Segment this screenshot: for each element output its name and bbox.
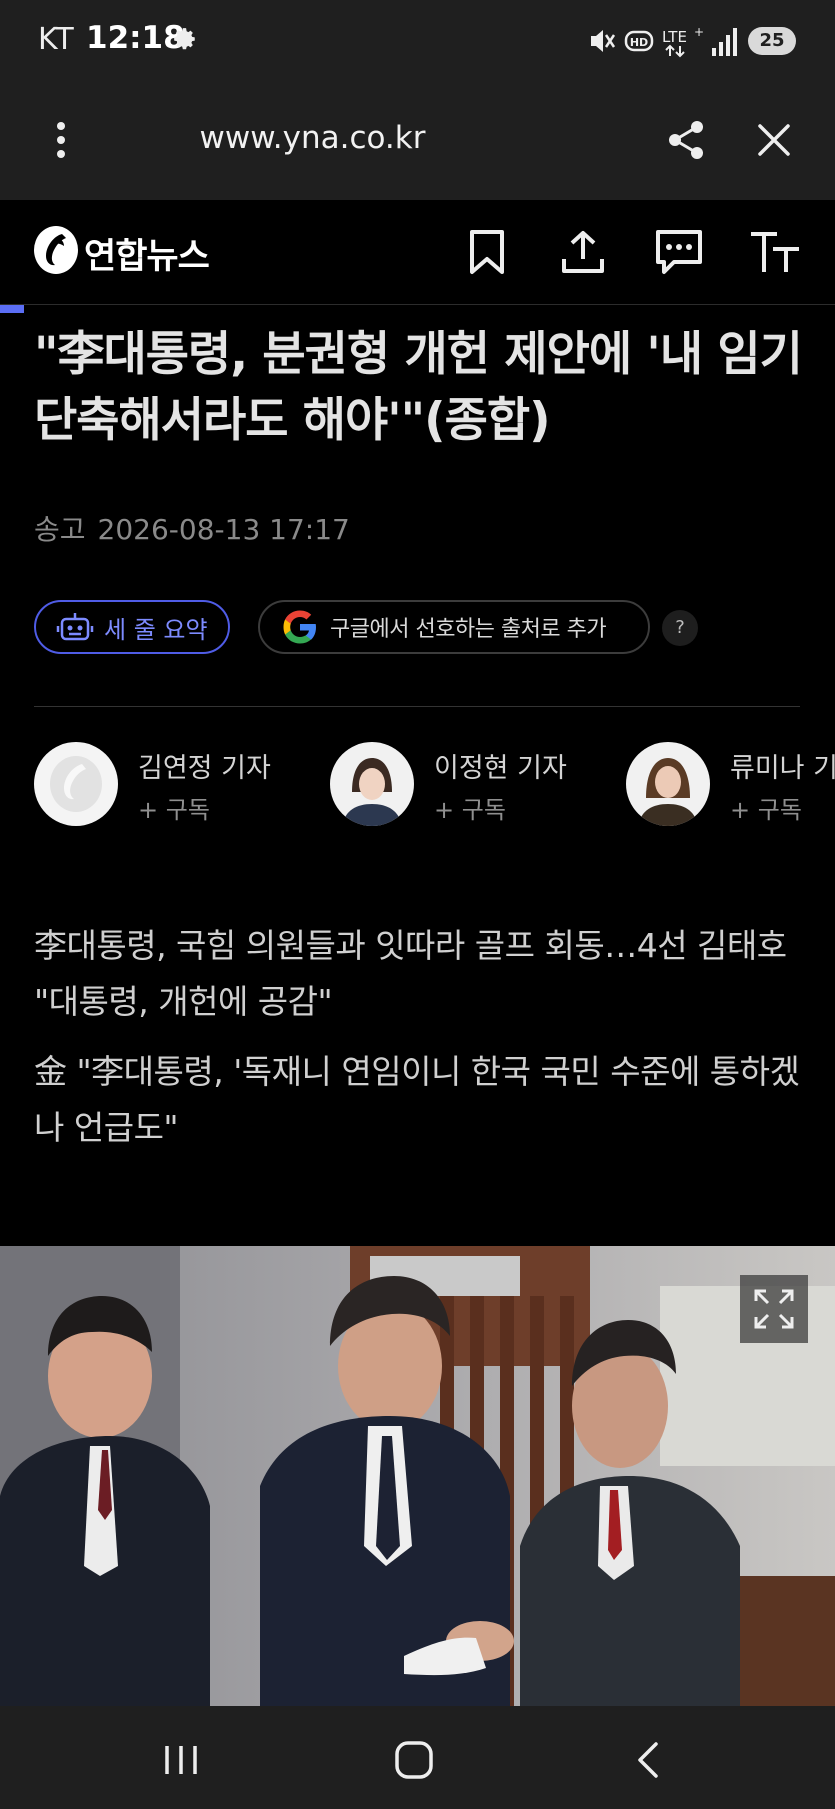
summary-line: 李대통령, 국힘 의원들과 잇따라 골프 회동…4선 김태호 "대통령, 개헌에…: [34, 926, 787, 1021]
signal-icon: [712, 28, 737, 56]
google-icon: [283, 610, 316, 644]
home-icon[interactable]: [379, 1732, 449, 1788]
status-bar: KT 12:18 HD LTE + 25: [0, 0, 835, 82]
reporter-card[interactable]: 김연정 기자 + 구독: [34, 742, 284, 828]
carrier-label: KT: [38, 22, 74, 57]
site-header: 연합뉴스: [0, 200, 835, 305]
upload-icon[interactable]: [555, 224, 611, 280]
reading-progress-bar: [0, 305, 24, 313]
summary-button-label: 세 줄 요약: [104, 615, 208, 644]
comment-icon[interactable]: [651, 224, 707, 280]
browser-toolbar: www.yna.co.kr: [0, 82, 835, 200]
hd-icon: HD: [624, 30, 654, 52]
google-preferred-source-button[interactable]: 구글에서 선호하는 출처로 추가: [258, 600, 650, 654]
subscribe-button[interactable]: + 구독: [138, 790, 210, 825]
avatar: [34, 742, 118, 826]
svg-text:LTE: LTE: [662, 28, 687, 46]
reporter-name: 이정현 기자: [434, 753, 567, 784]
reporter-card[interactable]: 이정현 기자 + 구독: [330, 742, 580, 828]
robot-icon: [56, 613, 94, 641]
gear-icon: [174, 28, 195, 50]
summary-line: 金 "李대통령, '독재니 연임이니 한국 국민 수준에 통하겠나 언급도": [34, 1052, 800, 1147]
reporter-name: 김연정 기자: [138, 753, 271, 784]
bookmark-icon[interactable]: [459, 224, 515, 280]
share-icon[interactable]: [656, 110, 716, 170]
logo-text[interactable]: 연합뉴스: [84, 228, 210, 279]
reporter-card[interactable]: 류미나 기자 + 구독: [626, 742, 835, 828]
date-label: 송고: [34, 513, 86, 546]
publish-date: 2026-08-13 17:17: [97, 513, 350, 546]
avatar: [626, 742, 710, 826]
summary-button[interactable]: 세 줄 요약: [34, 600, 230, 654]
recent-apps-icon[interactable]: [146, 1732, 216, 1788]
avatar: [330, 742, 414, 826]
help-button[interactable]: ?: [662, 610, 698, 646]
svg-text:HD: HD: [630, 36, 648, 49]
logo-icon[interactable]: [32, 224, 80, 276]
back-icon[interactable]: [614, 1732, 684, 1788]
system-nav-bar: [0, 1706, 835, 1809]
text-size-icon[interactable]: [747, 224, 803, 280]
close-icon[interactable]: [744, 110, 804, 170]
svg-text:+: +: [694, 25, 704, 39]
lte-plus-icon: LTE +: [662, 25, 704, 58]
battery-icon: 25: [748, 27, 796, 55]
subscribe-button[interactable]: + 구독: [434, 790, 506, 825]
reporter-name: 류미나 기자: [730, 753, 835, 784]
subscribe-button[interactable]: + 구독: [730, 790, 802, 825]
url-bar[interactable]: www.yna.co.kr: [0, 120, 625, 156]
mute-icon: [591, 30, 616, 52]
divider: [34, 706, 800, 707]
article-headline: "李대통령, 분권형 개헌 제안에 '내 임기 단축해서라도 해야'"(종합): [34, 327, 803, 448]
clock: 12:18: [86, 20, 185, 56]
article-photo[interactable]: [0, 1246, 835, 1706]
article-dateline: 송고 2026-08-13 17:17: [34, 508, 362, 548]
expand-icon[interactable]: [740, 1275, 808, 1343]
google-chip-label: 구글에서 선호하는 출처로 추가: [330, 617, 607, 642]
